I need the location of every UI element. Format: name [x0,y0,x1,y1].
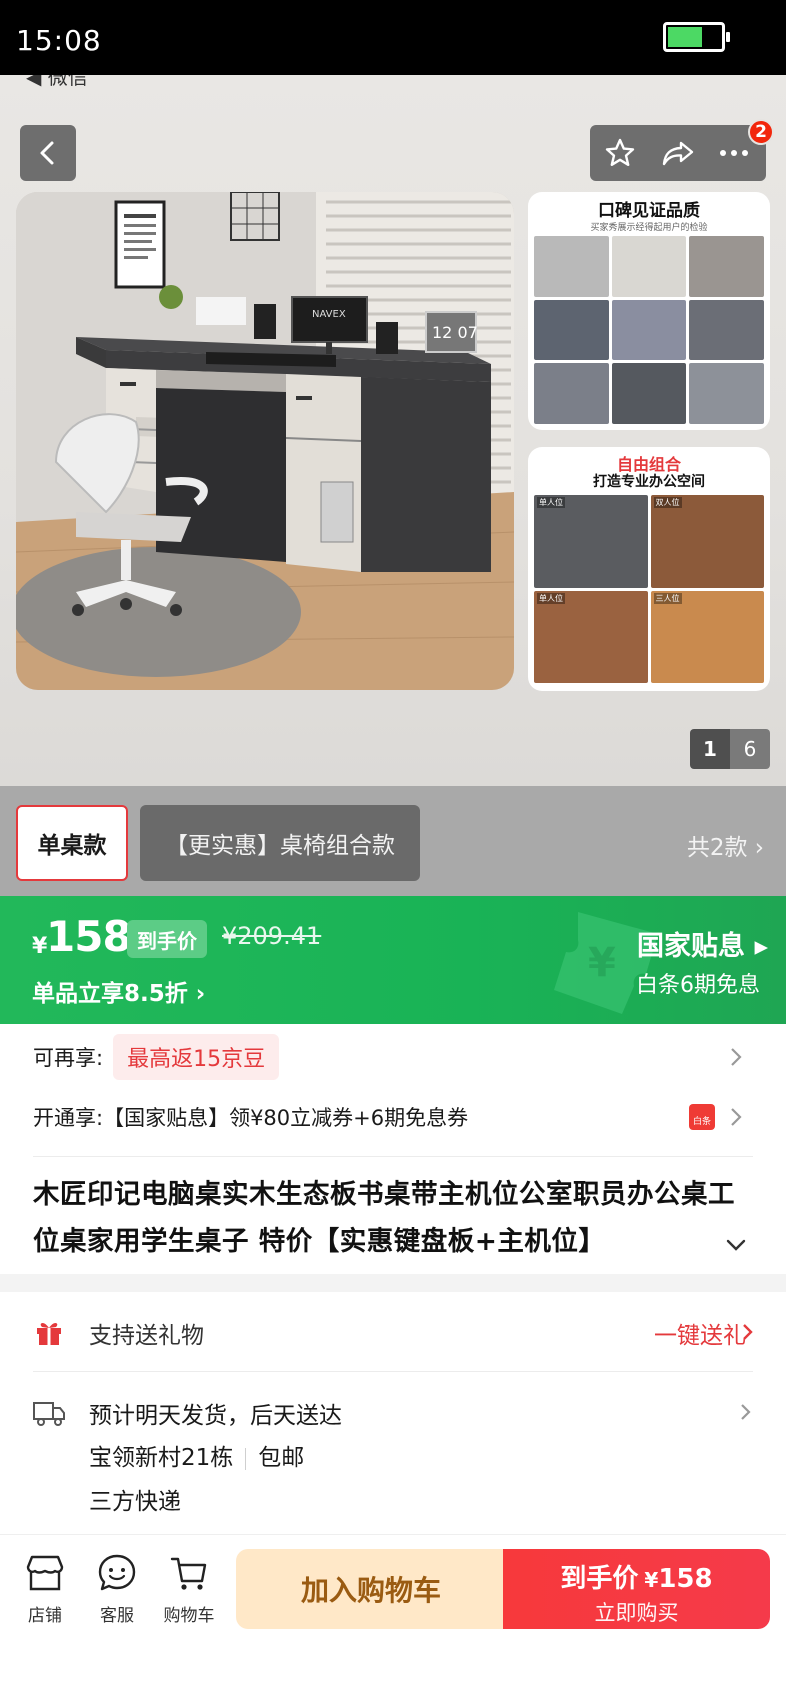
shipping-row[interactable]: 预计明天发货，后天送达 宝领新村21栋 包邮 三方快递 [0,1372,786,1534]
wechat-back-link[interactable]: ◀ 微信 [26,75,88,90]
svg-text:12 07: 12 07 [432,323,478,342]
installment-text: 白条6期免息 [636,973,760,998]
gift-text: 支持送礼物 [89,1323,204,1349]
product-title: 木匠印记电脑桌实木生态板书桌带主机位公室职员办公桌工位桌家用学生桌子 特价【实惠… [33,1179,735,1257]
add-to-cart-button[interactable]: 加入购物车 [236,1549,506,1629]
subsidy-promo-row[interactable]: 开通享:【国家贴息】领¥80立减券+6期免息券 白条 [33,1092,753,1142]
back-button[interactable] [20,125,76,181]
star-icon [605,138,635,166]
share-button[interactable] [650,125,706,181]
promotions-section: 可再享: 最高返15京豆 开通享:【国家贴息】领¥80立减券+6期免息券 白条 [0,1024,786,1159]
shipping-fee: 包邮 [258,1445,305,1471]
variant-option-desk-chair-combo[interactable]: 【更实惠】桌椅组合款 [140,805,420,881]
jd-bean-pill: 最高返15京豆 [113,1034,280,1080]
chevron-right-icon [743,1324,753,1340]
review-photo-grid [534,236,764,424]
baitiao-icon: 白条 [689,1104,715,1130]
thumbnail-reviews[interactable]: 口碑见证品质 买家秀展示经得起用户的检验 [528,192,770,430]
truck-icon [33,1402,65,1426]
courier-name: 三方快递 [89,1489,181,1515]
svg-text:¥: ¥ [588,940,616,986]
send-gift-link[interactable]: 一键送礼 [654,1316,746,1350]
bottom-action-bar: 店铺 客服 购物车 加入购物车 到手价 ¥158 立即购买 [0,1534,786,1654]
divider [33,1156,753,1157]
status-time: 15:08 [16,24,102,57]
cart-icon [170,1557,207,1590]
product-title-block: 木匠印记电脑桌实木生态板书桌带主机位公室职员办公桌工位桌家用学生桌子 特价【实惠… [0,1159,786,1274]
header-actions: 2 [590,119,774,181]
battery-icon [663,22,730,52]
home-indicator-area [0,1654,786,1704]
thumbnail-reviews-subtitle: 买家秀展示经得起用户的检验 [590,223,708,233]
delivery-estimate: 预计明天发货，后天送达 [89,1403,342,1429]
gift-icon [37,1322,61,1345]
notification-badge: 2 [748,119,774,145]
jd-bean-promo-row[interactable]: 可再享: 最高返15京豆 [33,1032,753,1082]
svg-text:NAVEX: NAVEX [312,309,346,320]
original-price: ¥209.41 [222,922,322,950]
gov-subsidy-link[interactable]: 国家贴息 ▸ [637,924,768,963]
subsidy-promo-text: 开通享:【国家贴息】领¥80立减券+6期免息券 [33,1106,469,1130]
chat-face-icon [98,1554,136,1591]
final-price: 158 [46,912,132,961]
nav-store[interactable]: 店铺 [10,1553,80,1643]
share-icon [662,141,694,166]
favorite-button[interactable] [592,125,648,181]
more-dots-icon [720,150,748,156]
desk-illustration: NAVEX 12 07 [16,192,514,690]
main-product-image[interactable]: NAVEX 12 07 [16,192,514,690]
nav-cart[interactable]: 购物车 [154,1553,224,1643]
buy-now-button[interactable]: 到手价 ¥158 立即购买 [503,1549,770,1629]
combo-photo-grid: 单人位 双人位 单人位 三人位 [534,495,764,683]
thumbnail-combos[interactable]: 自由组合 打造专业办公空间 单人位 双人位 单人位 三人位 [528,447,770,691]
product-gallery[interactable]: ◀ 微信 2 NAVEX 12 07 口碑见证品质 买家秀展示经得起用户的检验 … [0,75,786,786]
gift-row[interactable]: 支持送礼物 一键送礼 [0,1292,786,1372]
gallery-page-indicator: 1 6 [690,729,770,769]
chevron-right-icon [741,1404,751,1420]
status-bar: 15:08 [0,0,786,75]
services-section: 支持送礼物 一键送礼 预计明天发货，后天送达 宝领新村21栋 包邮 三方快递 [0,1292,786,1534]
chevron-left-icon [40,141,54,165]
section-gap [0,1274,786,1292]
delivery-address: 宝领新村21栋 [89,1445,234,1471]
chevron-right-icon [731,1108,742,1126]
price-banner: ¥ 158 到手价 ¥209.41 单品立享8.5折 › ¥ 国家贴息 ▸ 白条… [0,896,786,1024]
variant-selector: 单桌款 【更实惠】桌椅组合款 共2款 › [0,786,786,896]
thumbnail-combos-title: 打造专业办公空间 [593,474,705,490]
nav-customer-service[interactable]: 客服 [82,1553,152,1643]
chevron-down-icon[interactable] [720,1229,752,1261]
chevron-right-icon [731,1048,742,1066]
variant-count-link[interactable]: 共2款 › [687,828,764,862]
thumbnail-reviews-title: 口碑见证品质 [598,201,700,221]
discount-link[interactable]: 单品立享8.5折 › [32,974,205,1008]
variant-option-single-desk[interactable]: 单桌款 [16,805,128,881]
store-icon [26,1555,64,1591]
delivery-address-line: 宝领新村21栋 包邮 [89,1438,304,1472]
promo-label: 可再享: [33,1046,104,1070]
final-price-tag: 到手价 [127,920,207,958]
